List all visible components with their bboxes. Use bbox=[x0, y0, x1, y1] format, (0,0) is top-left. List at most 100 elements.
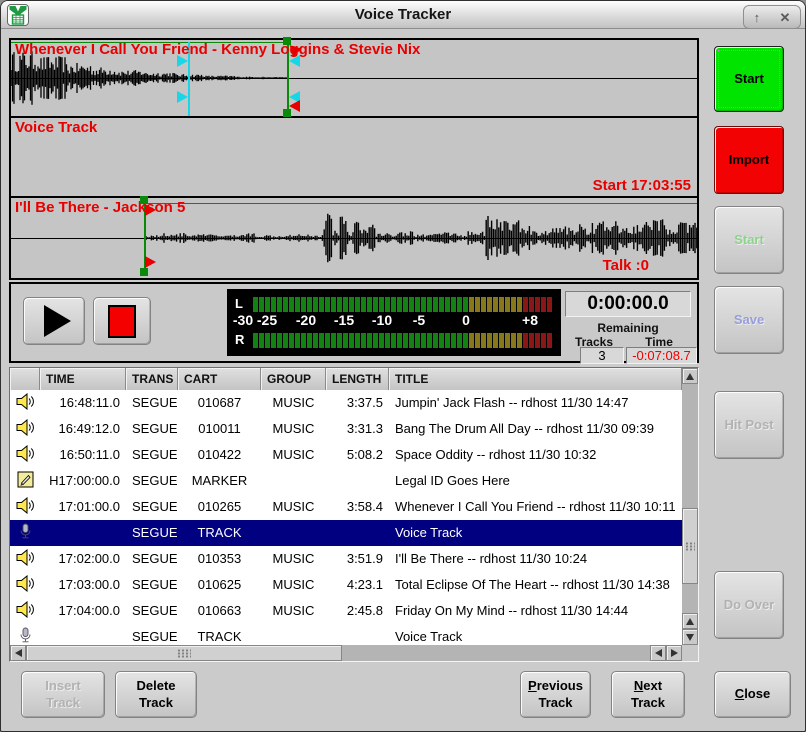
cell-trans: SEGUE bbox=[126, 546, 178, 572]
cell-length bbox=[326, 468, 389, 494]
scroll-right-button[interactable] bbox=[666, 645, 682, 661]
scrollbar-corner bbox=[682, 645, 698, 661]
vu-scale-label: -25 bbox=[257, 312, 277, 328]
log-row-2[interactable]: 16:49:12.0SEGUE010011MUSIC3:31.3Bang The… bbox=[10, 416, 682, 442]
cell-cart: TRACK bbox=[178, 520, 261, 546]
log-row-3[interactable]: 16:50:11.0SEGUE010422MUSIC5:08.2Space Od… bbox=[10, 442, 682, 468]
hit-post-button[interactable]: Hit Post bbox=[714, 391, 784, 459]
log-table: TIMETRANSCARTGROUPLENGTHTITLE 16:48:11.0… bbox=[9, 367, 699, 662]
log-row-5[interactable]: 17:01:00.0SEGUE010265MUSIC3:58.4Whenever… bbox=[10, 494, 682, 520]
column-header-trans[interactable]: TRANS bbox=[126, 368, 178, 390]
cell-title: I'll Be There -- rdhost 11/30 10:24 bbox=[389, 546, 682, 572]
title-bar[interactable]: Voice Tracker ↑ ✕ bbox=[1, 1, 805, 29]
track-1-end-arrow-icon[interactable] bbox=[289, 100, 300, 112]
vu-meter-right-bar bbox=[253, 333, 553, 348]
import-button[interactable]: Import bbox=[714, 126, 784, 194]
log-row-8[interactable]: 17:03:00.0SEGUE010625MUSIC4:23.1Total Ec… bbox=[10, 572, 682, 598]
play-button[interactable] bbox=[23, 297, 85, 345]
segue-marker-top-icon[interactable] bbox=[289, 55, 300, 67]
previous-track-button[interactable]: PreviousTrack bbox=[520, 671, 591, 718]
cell-time: H17:00:00.0 bbox=[40, 468, 126, 494]
transport-panel: L -30-25-20-15-10-50+8 R 0:00:00.0 Remai… bbox=[9, 282, 699, 363]
scroll-left-button-2[interactable] bbox=[650, 645, 666, 661]
cell-title: Voice Track bbox=[389, 624, 682, 645]
cell-length: 4:23.1 bbox=[326, 572, 389, 598]
cell-icon bbox=[10, 520, 40, 546]
log-row-9[interactable]: 17:04:00.0SEGUE010663MUSIC2:45.8Friday O… bbox=[10, 598, 682, 624]
cell-group bbox=[261, 624, 326, 645]
delete-track-button[interactable]: DeleteTrack bbox=[115, 671, 197, 718]
cell-title: Bang The Drum All Day -- rdhost 11/30 09… bbox=[389, 416, 682, 442]
cell-title: Voice Track bbox=[389, 520, 682, 546]
scroll-up-button[interactable] bbox=[682, 368, 698, 384]
next-track-button[interactable]: NextTrack bbox=[611, 671, 685, 718]
arrow-down-icon bbox=[686, 634, 694, 641]
cell-group: MUSIC bbox=[261, 442, 326, 468]
cell-time: 16:50:11.0 bbox=[40, 442, 126, 468]
cell-time: 17:02:00.0 bbox=[40, 546, 126, 572]
cell-time: 17:01:00.0 bbox=[40, 494, 126, 520]
cell-time: 16:48:11.0 bbox=[40, 390, 126, 416]
cell-trans: SEGUE bbox=[126, 598, 178, 624]
cell-trans: SEGUE bbox=[126, 468, 178, 494]
start-play-button-disabled[interactable]: Start bbox=[714, 206, 784, 274]
track-1-panel[interactable]: Whenever I Call You Friend - Kenny Loggi… bbox=[11, 40, 697, 116]
track-3-panel[interactable]: I'll Be There - Jackson 5 Talk :0 bbox=[11, 198, 697, 278]
cell-title: Total Eclipse Of The Heart -- rdhost 11/… bbox=[389, 572, 682, 598]
start-marker-handle-bottom[interactable] bbox=[140, 268, 148, 276]
speaker-icon bbox=[16, 393, 35, 410]
do-over-button[interactable]: Do Over bbox=[714, 571, 784, 639]
cell-group: MUSIC bbox=[261, 572, 326, 598]
cell-time: 17:03:00.0 bbox=[40, 572, 126, 598]
scroll-left-button[interactable] bbox=[10, 645, 26, 661]
scroll-up-button-2[interactable] bbox=[682, 613, 698, 629]
cell-group: MUSIC bbox=[261, 390, 326, 416]
cell-icon bbox=[10, 572, 40, 598]
cell-title: Space Oddity -- rdhost 11/30 10:32 bbox=[389, 442, 682, 468]
cell-time bbox=[40, 520, 126, 546]
column-header-title[interactable]: TITLE bbox=[389, 368, 682, 390]
log-row-7[interactable]: 17:02:00.0SEGUE010353MUSIC3:51.9I'll Be … bbox=[10, 546, 682, 572]
save-button[interactable]: Save bbox=[714, 286, 784, 354]
arrow-up-icon bbox=[686, 618, 694, 625]
log-row-4[interactable]: H17:00:00.0SEGUEMARKERLegal ID Goes Here bbox=[10, 468, 682, 494]
close-button[interactable]: Close bbox=[714, 671, 791, 718]
cell-icon bbox=[10, 390, 40, 416]
close-window-button[interactable]: ✕ bbox=[779, 11, 790, 24]
maximize-button[interactable]: ↑ bbox=[754, 11, 761, 24]
column-header-length[interactable]: LENGTH bbox=[326, 368, 389, 390]
column-header-group[interactable]: GROUP bbox=[261, 368, 326, 390]
start-marker-handle-top[interactable] bbox=[140, 196, 148, 204]
column-header-icon[interactable] bbox=[10, 368, 40, 390]
window-controls: ↑ ✕ bbox=[743, 5, 801, 29]
arrow-left-icon bbox=[655, 649, 662, 657]
insert-track-button[interactable]: InsertTrack bbox=[21, 671, 105, 718]
cell-title: Legal ID Goes Here bbox=[389, 468, 682, 494]
track-3-start-arrow-bottom-icon[interactable] bbox=[145, 256, 156, 268]
cell-group: MUSIC bbox=[261, 598, 326, 624]
log-row-10[interactable]: SEGUETRACKVoice Track bbox=[10, 624, 682, 645]
thumb-grip bbox=[177, 649, 191, 658]
vu-right-label: R bbox=[235, 332, 244, 347]
fade-marker-handle-bottom-icon[interactable] bbox=[177, 91, 188, 103]
log-row-6[interactable]: SEGUETRACKVoice Track bbox=[10, 520, 682, 546]
start-record-button[interactable]: Start bbox=[714, 46, 784, 112]
h-scroll-thumb[interactable] bbox=[26, 645, 342, 661]
column-header-time[interactable]: TIME bbox=[40, 368, 126, 390]
cell-group bbox=[261, 468, 326, 494]
speaker-icon bbox=[16, 575, 35, 592]
fade-marker-handle-top-icon[interactable] bbox=[177, 55, 188, 67]
stop-button[interactable] bbox=[93, 297, 151, 345]
log-row-1[interactable]: 16:48:11.0SEGUE010687MUSIC3:37.5Jumpin' … bbox=[10, 390, 682, 416]
track-3-start-arrow-top-icon[interactable] bbox=[145, 204, 156, 216]
track-2-panel[interactable]: Voice Track Start 17:03:55 bbox=[11, 118, 697, 196]
play-icon bbox=[44, 305, 71, 337]
scroll-down-button[interactable] bbox=[682, 629, 698, 645]
cell-length: 3:58.4 bbox=[326, 494, 389, 520]
cell-cart: TRACK bbox=[178, 624, 261, 645]
cell-cart: 010422 bbox=[178, 442, 261, 468]
cell-icon bbox=[10, 546, 40, 572]
speaker-icon bbox=[16, 601, 35, 618]
v-scroll-thumb[interactable] bbox=[682, 508, 698, 584]
column-header-cart[interactable]: CART bbox=[178, 368, 261, 390]
